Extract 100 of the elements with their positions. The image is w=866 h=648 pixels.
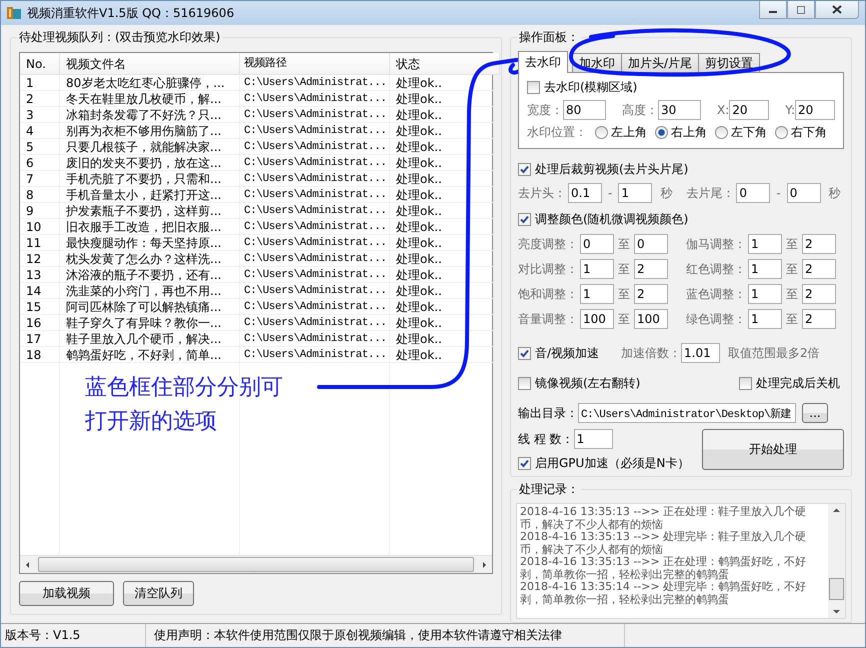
row-number: 17 <box>20 331 60 347</box>
row-number: 7 <box>20 171 60 187</box>
table-cell: 只要几根筷子，就能解决家... <box>60 139 240 155</box>
maximize-button[interactable] <box>787 1 815 19</box>
table-cell: C:\Users\Administrat... <box>240 107 390 123</box>
number-field[interactable]: 80 <box>563 100 606 120</box>
number-field[interactable]: 1 <box>574 429 613 449</box>
number-field[interactable]: 2 <box>802 309 836 329</box>
output-path-field[interactable]: C:\Users\Administrator\Desktop\新建 <box>578 403 796 423</box>
app-icon <box>6 5 22 21</box>
field-label: 饱和调整： <box>518 286 578 302</box>
horizontal-scrollbar[interactable] <box>20 555 492 573</box>
checkbox[interactable] <box>518 213 531 226</box>
tab[interactable]: 剪切设置 <box>698 53 760 72</box>
number-field[interactable]: 2 <box>802 234 836 254</box>
scroll-thumb[interactable] <box>829 578 844 600</box>
table-cell: C:\Users\Administrat... <box>240 347 390 363</box>
row-number: 8 <box>20 187 60 203</box>
number-field[interactable]: 2 <box>634 259 668 279</box>
usage-notice: 使用声明：本软件使用范围仅限于原创视频编辑，使用本软件请遵守相关法律 <box>146 624 625 647</box>
number-field[interactable]: 0 <box>786 183 821 203</box>
column-header[interactable]: 视频路径 <box>240 53 390 75</box>
field-label: 伽马调整： <box>686 236 746 252</box>
number-field[interactable]: 2 <box>802 284 836 304</box>
table-cell: 处理ok.. <box>390 123 500 139</box>
number-field[interactable]: 1 <box>748 309 782 329</box>
field-label: 去片头： <box>518 184 566 202</box>
radio-button[interactable] <box>595 126 608 139</box>
group-legend: 处理记录： <box>517 482 581 498</box>
radio-label: 左上角 <box>611 124 647 141</box>
range-separator: 至 <box>618 260 630 278</box>
table-cell: 处理ok.. <box>390 315 500 331</box>
range-separator: 至 <box>786 260 798 278</box>
close-icon <box>832 5 842 14</box>
table-cell: C:\Users\Administrat... <box>240 187 390 203</box>
row-number: 1 <box>20 75 60 91</box>
radio-button[interactable] <box>775 126 788 139</box>
number-field[interactable]: 1 <box>618 183 652 203</box>
vertical-scrollbar[interactable] <box>828 504 845 618</box>
column-header[interactable]: 状态 <box>390 53 500 75</box>
field-label: 绿色调整： <box>686 310 746 328</box>
number-field[interactable]: 20 <box>729 100 770 120</box>
table-cell: 别再为衣柜不够用伤脑筋了... <box>60 123 240 139</box>
row-number: 16 <box>20 315 60 331</box>
table-cell: 冬天在鞋里放几枚硬币，解... <box>60 91 240 107</box>
start-button[interactable]: 开始处理 <box>702 429 844 470</box>
row-number: 11 <box>20 235 60 251</box>
action-button[interactable]: 加载视频 <box>19 581 114 606</box>
table-cell: 80岁老太吃红枣心脏骤停，... <box>60 75 240 91</box>
checkbox[interactable] <box>739 377 752 390</box>
field-label: 蓝色调整： <box>686 286 746 302</box>
number-field[interactable]: 20 <box>795 100 835 120</box>
number-field[interactable]: 100 <box>580 309 614 329</box>
number-field[interactable]: 1 <box>580 284 614 304</box>
radio-button[interactable] <box>715 126 728 139</box>
checkbox[interactable] <box>518 163 531 176</box>
tab[interactable]: 加片头/片尾 <box>621 53 700 72</box>
range-separator: 至 <box>618 310 630 328</box>
checkbox-label: 音/视频加速 <box>535 344 600 362</box>
minimize-button[interactable] <box>759 1 787 19</box>
table-cell: C:\Users\Administrat... <box>240 171 390 187</box>
number-field[interactable]: 1.01 <box>681 343 720 363</box>
number-field[interactable]: 0 <box>736 183 770 203</box>
browse-button[interactable]: ... <box>802 403 828 423</box>
number-field[interactable]: 30 <box>658 100 701 120</box>
column-header[interactable]: No. <box>20 53 60 75</box>
radio-button[interactable] <box>655 126 668 139</box>
table-cell: C:\Users\Administrat... <box>240 91 390 107</box>
checkbox[interactable] <box>527 81 540 94</box>
scroll-thumb[interactable] <box>38 557 474 572</box>
row-number: 9 <box>20 203 60 219</box>
table-cell: 鞋子穿久了有异味？教你一... <box>60 315 240 331</box>
table-cell: 护发素瓶子不要扔，这样剪... <box>60 203 240 219</box>
number-field[interactable]: 1 <box>580 259 614 279</box>
row-number: 3 <box>20 107 60 123</box>
column-header[interactable]: 视频文件名 <box>60 53 240 75</box>
range-separator: - <box>776 186 781 200</box>
number-field[interactable]: 1 <box>748 234 782 254</box>
number-field[interactable]: 1 <box>748 284 782 304</box>
log-entry: 2018-4-16 13:35:13 -->> 处理完毕：鞋子里放入几个硬币，解决了不少人都有的烦恼 <box>520 531 808 556</box>
checkbox[interactable] <box>518 457 531 470</box>
number-field[interactable]: 2 <box>634 284 668 304</box>
table-cell: C:\Users\Administrat... <box>240 283 390 299</box>
table-cell: C:\Users\Administrat... <box>240 315 390 331</box>
close-button[interactable] <box>815 1 859 19</box>
number-field[interactable]: 1 <box>748 259 782 279</box>
number-field[interactable]: 0.1 <box>568 183 602 203</box>
radio-label: 右上角 <box>671 124 707 141</box>
action-button[interactable]: 清空队列 <box>123 581 194 606</box>
number-field[interactable]: 2 <box>802 259 836 279</box>
number-field[interactable]: 0 <box>580 234 614 254</box>
checkbox[interactable] <box>518 346 531 360</box>
field-label: 输出目录： <box>518 404 578 422</box>
number-field[interactable]: 100 <box>634 309 668 329</box>
range-separator: 至 <box>618 286 630 302</box>
tab[interactable]: 去水印 <box>518 51 568 73</box>
checkbox[interactable] <box>518 377 531 390</box>
number-field[interactable]: 0 <box>634 234 668 254</box>
table-cell: 处理ok.. <box>390 299 500 315</box>
table-cell: C:\Users\Administrat... <box>240 203 390 219</box>
